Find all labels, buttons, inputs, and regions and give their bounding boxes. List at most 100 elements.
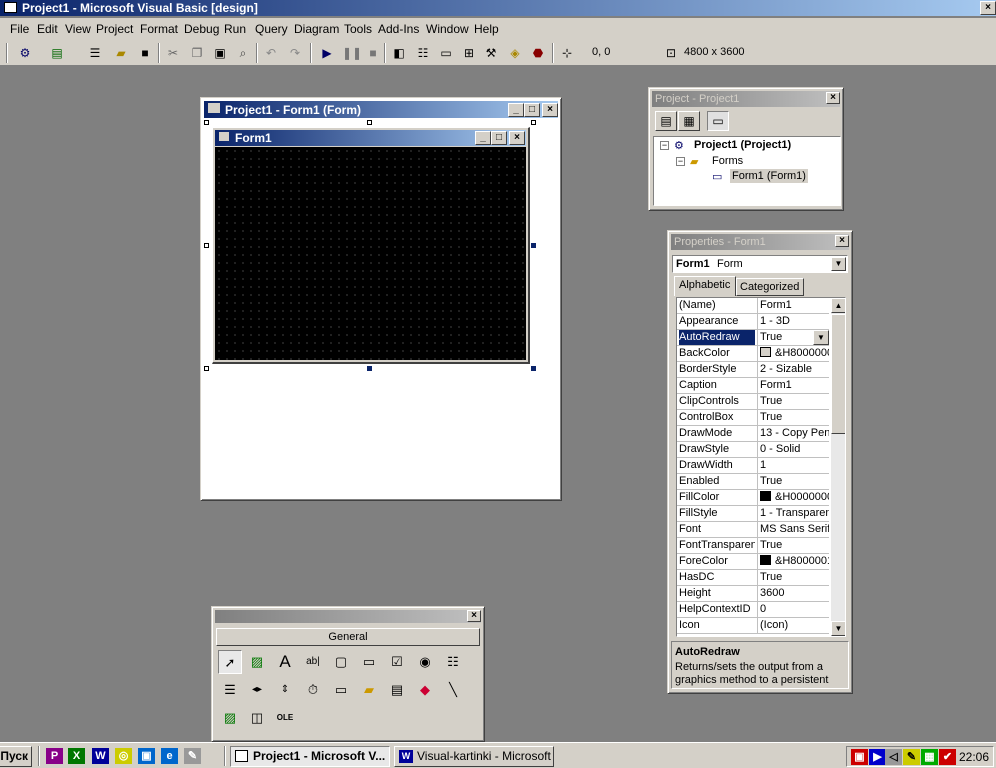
toolbox-caption[interactable]: ×	[215, 610, 481, 623]
form-layout-icon[interactable]: ▭	[437, 44, 455, 62]
close-icon[interactable]: ×	[980, 1, 996, 15]
resize-handle[interactable]	[204, 366, 209, 371]
menu-editor-icon[interactable]: ☰	[86, 44, 104, 62]
excel-icon[interactable]: X	[68, 748, 85, 764]
resize-handle[interactable]	[531, 120, 536, 125]
start-icon[interactable]: ▶	[318, 44, 336, 62]
project-root[interactable]: Project1 (Project1)	[694, 139, 791, 151]
property-value[interactable]: True	[757, 474, 829, 489]
combobox-icon[interactable]: ☷	[441, 650, 465, 674]
resize-handle[interactable]	[531, 243, 536, 248]
property-row[interactable]: Font MS Sans Serif	[677, 522, 829, 538]
close-icon[interactable]: ×	[542, 103, 558, 117]
property-row[interactable]: Enabled True	[677, 474, 829, 490]
form-designer-window[interactable]: Project1 - Form1 (Form) _ □ × Form1 _ □ …	[200, 97, 562, 501]
commandbutton-icon[interactable]: ▭	[357, 650, 381, 674]
property-value[interactable]: (Icon)	[757, 618, 829, 633]
object-browser-icon[interactable]: ⊞	[460, 44, 478, 62]
clock[interactable]: 22:06	[959, 750, 989, 764]
resize-handle[interactable]	[204, 243, 209, 248]
scroll-up-icon[interactable]: ▲	[831, 298, 845, 313]
menu-edit[interactable]: Edit	[37, 22, 58, 36]
timer-icon[interactable]: ⏱	[301, 678, 325, 702]
end-icon[interactable]: ■	[364, 44, 382, 62]
property-row[interactable]: HasDC True	[677, 570, 829, 586]
project-explorer-window[interactable]: Project - Project1 × ▤ ▦ ▭ − ⚙ Project1 …	[648, 87, 844, 211]
data-view-icon[interactable]: ◈	[506, 44, 524, 62]
listbox-icon[interactable]: ☰	[218, 678, 242, 702]
vb-app-icon[interactable]	[4, 2, 17, 13]
properties-caption[interactable]: Properties - Form1 ×	[671, 234, 849, 250]
textbox-icon[interactable]: ab|	[301, 650, 325, 674]
toggle-folders-icon[interactable]: ▭	[707, 111, 729, 131]
property-value[interactable]: &H00000000	[757, 490, 829, 505]
property-value[interactable]: 3600	[757, 586, 829, 601]
pointer-icon[interactable]: ➚	[218, 650, 242, 674]
optionbutton-icon[interactable]: ◉	[413, 650, 437, 674]
close-icon[interactable]: ×	[509, 131, 525, 145]
property-row[interactable]: ClipControls True	[677, 394, 829, 410]
chevron-down-icon[interactable]: ▼	[831, 257, 846, 271]
quicklaunch-icon-7[interactable]: ✎	[184, 748, 201, 764]
menu-run[interactable]: Run	[224, 22, 246, 36]
quicklaunch-icon-1[interactable]: P	[46, 748, 63, 764]
filelistbox-icon[interactable]: ▤	[385, 678, 409, 702]
menu-file[interactable]: File	[10, 22, 29, 36]
property-value[interactable]: True	[757, 538, 829, 553]
collapse-icon[interactable]: −	[660, 141, 669, 150]
internet-explorer-icon[interactable]: e	[161, 748, 178, 764]
maximize-icon[interactable]: □	[524, 103, 540, 117]
save-icon[interactable]: ■	[136, 44, 154, 62]
menu-view[interactable]: View	[65, 22, 91, 36]
property-row[interactable]: DrawMode 13 - Copy Pen	[677, 426, 829, 442]
quicklaunch-icon-4[interactable]: ◎	[115, 748, 132, 764]
hscrollbar-icon[interactable]: ◂▸	[245, 678, 269, 702]
copy-icon[interactable]: ❐	[188, 44, 206, 62]
property-row[interactable]: DrawStyle 0 - Solid	[677, 442, 829, 458]
paste-icon[interactable]: ▣	[211, 44, 229, 62]
frame-icon[interactable]: ▢	[329, 650, 353, 674]
property-row[interactable]: HelpContextID 0	[677, 602, 829, 618]
property-row[interactable]: AutoRedraw True ▼	[677, 330, 829, 346]
property-row[interactable]: FillStyle 1 - Transparent	[677, 506, 829, 522]
property-value[interactable]: 13 - Copy Pen	[757, 426, 829, 441]
image-icon[interactable]: ▨	[218, 706, 242, 730]
drivelistbox-icon[interactable]: ▭	[329, 678, 353, 702]
form-designer-caption[interactable]: Project1 - Form1 (Form) _ □ ×	[204, 101, 558, 118]
property-value[interactable]: &H8000000F	[757, 346, 829, 361]
property-row[interactable]: BorderStyle 2 - Sizable	[677, 362, 829, 378]
close-icon[interactable]: ×	[826, 92, 840, 104]
label-icon[interactable]: A	[273, 650, 297, 674]
taskbar-button-word[interactable]: W Visual-kartinki - Microsoft ...	[394, 746, 554, 767]
component-manager-icon[interactable]: ⬣	[529, 44, 547, 62]
property-value[interactable]: &H80000012	[757, 554, 829, 569]
property-row[interactable]: FillColor&H00000000	[677, 490, 829, 506]
data-icon[interactable]: ◫	[245, 706, 269, 730]
taskbar-button-vb[interactable]: Project1 - Microsoft V...	[230, 746, 390, 767]
forms-folder[interactable]: Forms	[712, 155, 743, 167]
undo-icon[interactable]: ↶	[262, 44, 280, 62]
open-folder-icon[interactable]: ▰	[112, 44, 130, 62]
view-code-icon[interactable]: ▤	[655, 111, 677, 131]
property-value[interactable]: Form1	[757, 378, 829, 393]
view-object-icon[interactable]: ▦	[678, 111, 700, 131]
menu-addins[interactable]: Add-Ins	[378, 22, 419, 36]
resize-handle[interactable]	[204, 120, 209, 125]
tray-icon-5[interactable]: ▦	[921, 749, 938, 765]
properties-window-icon[interactable]: ☷	[414, 44, 432, 62]
close-icon[interactable]: ×	[835, 235, 849, 247]
form1-client-area[interactable]	[215, 147, 526, 360]
menu-debug[interactable]: Debug	[184, 22, 219, 36]
properties-window[interactable]: Properties - Form1 × Form1 Form ▼ Alphab…	[667, 230, 853, 694]
property-scrollbar[interactable]: ▲ ▼	[831, 298, 845, 636]
property-value[interactable]: 1 - 3D	[757, 314, 829, 329]
property-row[interactable]: Height 3600	[677, 586, 829, 602]
menu-diagram[interactable]: Diagram	[294, 22, 339, 36]
resize-handle[interactable]	[367, 366, 372, 371]
form1-tree-item[interactable]: Form1 (Form1)	[730, 169, 808, 183]
property-value[interactable]: 2 - Sizable	[757, 362, 829, 377]
property-row[interactable]: BackColor&H8000000F	[677, 346, 829, 362]
menu-format[interactable]: Format	[140, 22, 178, 36]
property-row[interactable]: ControlBox True	[677, 410, 829, 426]
tab-alphabetic[interactable]: Alphabetic	[674, 276, 736, 296]
